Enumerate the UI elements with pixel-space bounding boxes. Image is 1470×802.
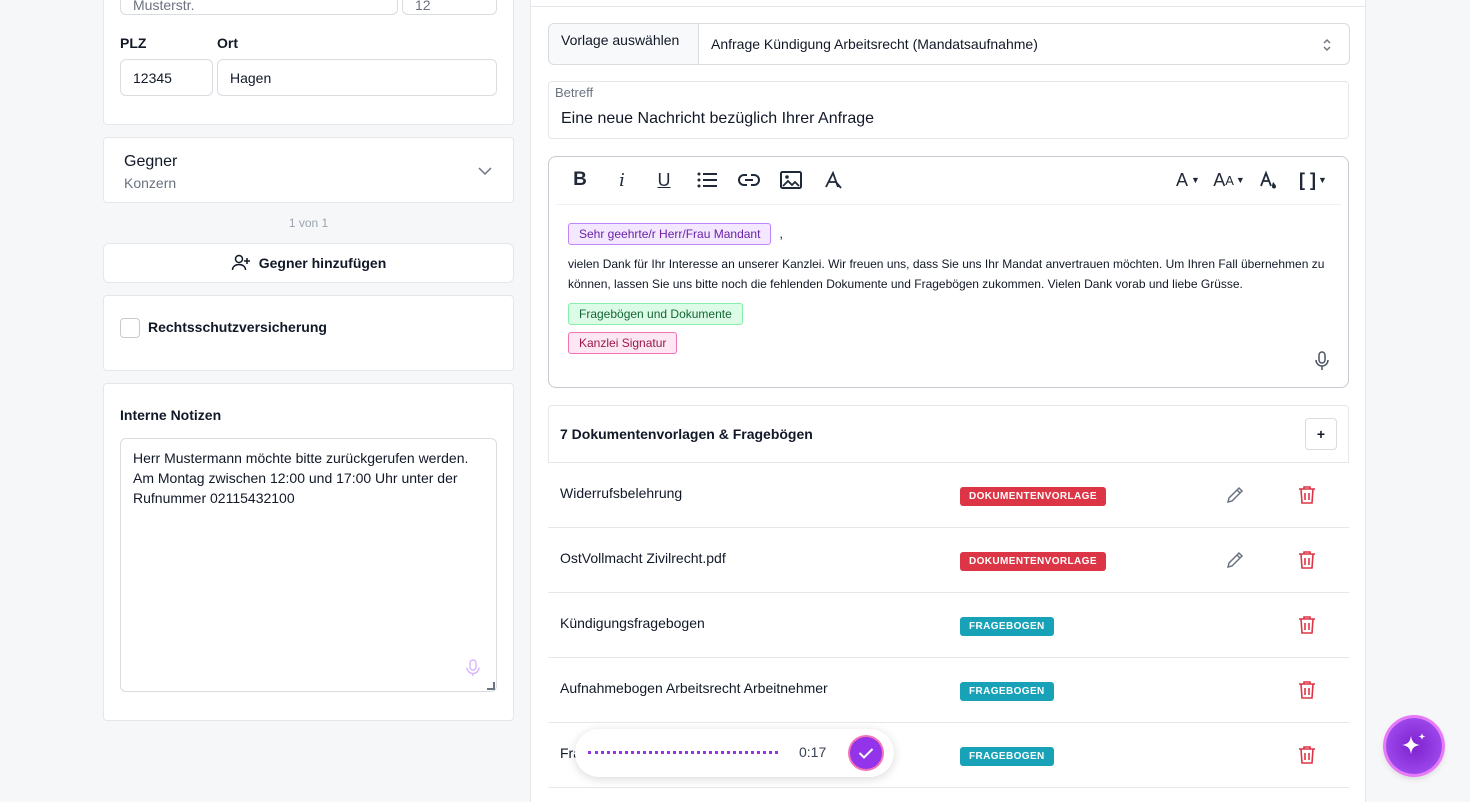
- notes-title: Interne Notizen: [120, 407, 222, 423]
- table-row: Kündigungsfragebogen FRAGEBOGEN: [548, 592, 1349, 657]
- panel-top-divider: [531, 6, 1365, 7]
- stop-recording-button[interactable]: [850, 737, 882, 769]
- table-row: [548, 787, 1349, 802]
- textarea-resize-handle[interactable]: [487, 682, 495, 690]
- bold-icon[interactable]: B: [568, 168, 592, 192]
- plz-field[interactable]: 12345: [120, 59, 213, 96]
- document-name: OstVollmacht Zivilrecht.pdf: [560, 550, 726, 566]
- notes-card: Interne Notizen Herr Mustermann möchte b…: [103, 383, 514, 721]
- font-icon[interactable]: A ▼: [1173, 168, 1203, 192]
- documents-tag[interactable]: Fragebögen und Dokumente: [568, 303, 743, 325]
- template-select-group: Vorlage auswählen Anfrage Kündigung Arbe…: [548, 23, 1350, 65]
- underline-icon[interactable]: U: [652, 168, 676, 192]
- document-type-badge: FRAGEBOGEN: [960, 747, 1054, 766]
- italic-icon[interactable]: i: [610, 168, 634, 192]
- document-type-badge: DOKUMENTENVORLAGE: [960, 552, 1106, 571]
- document-name: Kündigungsfragebogen: [560, 615, 705, 631]
- add-opponent-button[interactable]: Gegner hinzufügen: [103, 243, 514, 283]
- list-icon[interactable]: [695, 168, 719, 192]
- template-select-value: Anfrage Kündigung Arbeitsrecht (Mandatsa…: [711, 36, 1038, 52]
- opponent-title: Gegner: [124, 153, 178, 170]
- ort-field[interactable]: Hagen: [217, 59, 497, 96]
- subject-label: Betreff: [555, 85, 594, 100]
- table-row: Widerrufsbelehrung DOKUMENTENVORLAGE: [548, 462, 1349, 527]
- document-type-badge: FRAGEBOGEN: [960, 617, 1054, 636]
- body-text: vielen Dank für Ihr Interesse an unserer…: [568, 257, 1325, 291]
- table-row: Aufnahmebogen Arbeitsrecht Arbeitnehmer …: [548, 657, 1349, 722]
- voice-recorder: 0:17: [575, 729, 894, 777]
- house-number-field[interactable]: 12: [402, 0, 497, 15]
- subject-field[interactable]: Betreff Eine neue Nachricht bezüglich Ih…: [548, 81, 1349, 139]
- image-icon[interactable]: [779, 168, 803, 192]
- plz-label: PLZ: [120, 35, 147, 51]
- trash-icon[interactable]: [1298, 615, 1316, 635]
- opponent-pager: 1 von 1: [288, 216, 329, 230]
- edit-icon[interactable]: [1225, 485, 1245, 505]
- document-name: Widerrufsbelehrung: [560, 485, 683, 501]
- template-select-label: Vorlage auswählen: [561, 32, 680, 48]
- mic-icon[interactable]: [1314, 351, 1330, 371]
- mic-icon[interactable]: [465, 659, 481, 677]
- add-document-button[interactable]: +: [1305, 418, 1337, 450]
- subject-value: Eine neue Nachricht bezüglich Ihrer Anfr…: [561, 110, 875, 127]
- font-size-icon[interactable]: A A ▼: [1212, 168, 1246, 192]
- insurance-label: Rechtsschutzversicherung: [148, 319, 327, 335]
- select-arrows-icon: [1321, 37, 1333, 53]
- ai-assistant-button[interactable]: [1386, 718, 1442, 774]
- trash-icon[interactable]: [1298, 485, 1316, 505]
- notes-textarea[interactable]: Herr Mustermann möchte bitte zurückgeruf…: [120, 438, 497, 692]
- documents-header: 7 Dokumentenvorlagen & Fragebögen: [560, 426, 813, 442]
- trash-icon[interactable]: [1298, 550, 1316, 570]
- ort-label: Ort: [217, 35, 238, 51]
- toolbar-divider: [557, 204, 1341, 205]
- placeholder-icon[interactable]: [ ] ▼: [1296, 168, 1330, 192]
- clear-format-icon[interactable]: [821, 168, 845, 192]
- check-icon: [858, 747, 874, 759]
- opponent-subtitle: Konzern: [124, 175, 177, 191]
- insurance-card: Rechtsschutzversicherung: [103, 295, 514, 371]
- document-name: Aufnahmebogen Arbeitsrecht Arbeitnehmer: [560, 680, 828, 696]
- opponent-accordion[interactable]: Gegner Konzern: [103, 137, 514, 203]
- recording-time: 0:17: [799, 744, 827, 760]
- document-type-badge: FRAGEBOGEN: [960, 682, 1054, 701]
- table-row: OstVollmacht Zivilrecht.pdf DOKUMENTENVO…: [548, 527, 1349, 592]
- salutation-tag[interactable]: Sehr geehrte/r Herr/Frau Mandant: [568, 222, 772, 245]
- chevron-down-icon[interactable]: [477, 163, 493, 179]
- user-plus-icon: [231, 253, 251, 273]
- salutation-comma: ,: [779, 226, 784, 241]
- recording-waveform: [588, 751, 778, 754]
- edit-icon[interactable]: [1225, 550, 1245, 570]
- signature-tag[interactable]: Kanzlei Signatur: [568, 332, 678, 354]
- street-field[interactable]: Musterstr.: [120, 0, 398, 15]
- trash-icon[interactable]: [1298, 745, 1316, 765]
- sparkle-icon: [1398, 730, 1430, 762]
- editor-content[interactable]: Sehr geehrte/r Herr/Frau Mandant , viele…: [568, 222, 1330, 354]
- add-opponent-label: Gegner hinzufügen: [258, 255, 387, 271]
- trash-icon[interactable]: [1298, 680, 1316, 700]
- insurance-checkbox[interactable]: [120, 318, 140, 338]
- font-color-icon[interactable]: [1257, 168, 1281, 192]
- template-select[interactable]: Anfrage Kündigung Arbeitsrecht (Mandatsa…: [698, 23, 1350, 65]
- document-type-badge: DOKUMENTENVORLAGE: [960, 487, 1106, 506]
- link-icon[interactable]: [737, 168, 761, 192]
